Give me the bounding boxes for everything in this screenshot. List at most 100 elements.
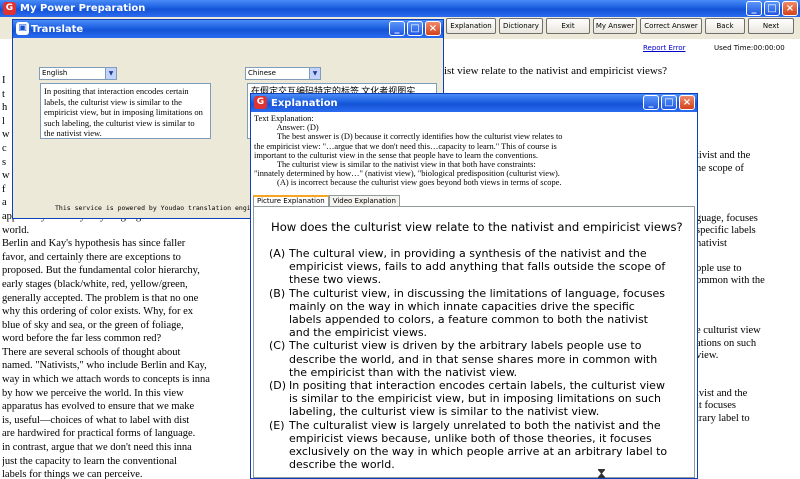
passage-line: labels for things we can perceive. <box>2 469 143 479</box>
dictionary-button[interactable]: Dictionary <box>499 18 543 34</box>
choice-line: The cultural view, in providing a synthe… <box>289 247 647 260</box>
choice-d: (D) In positing that interaction encodes… <box>269 379 679 419</box>
target-language-select[interactable]: Chinese ▼ <box>245 67 321 80</box>
explanation-line: Text Explanation: <box>254 114 314 123</box>
choice-fragment <box>696 188 800 201</box>
chevron-down-icon[interactable]: ▼ <box>309 68 320 79</box>
choice-line: empiricist views because, unlike both of… <box>289 431 652 445</box>
choice-line: labels appended to colors, a feature com… <box>289 313 648 327</box>
hourglass-icon <box>598 469 605 478</box>
passage-line: in contrast, argue that we don't need th… <box>2 442 192 454</box>
close-icon[interactable]: × <box>782 1 798 16</box>
choice-text: The culturist view is driven by the arbi… <box>289 339 679 379</box>
close-icon[interactable]: × <box>679 95 695 110</box>
choice-text: The culturist view, in discussing the li… <box>289 287 679 340</box>
passage-line: way in which we attach words to concepts… <box>2 374 210 386</box>
choice-fragment: e culturist view <box>696 325 761 336</box>
choice-fragment <box>696 250 800 263</box>
choice-letter: (A) <box>269 247 286 260</box>
choice-fragment: he scope of <box>696 162 744 174</box>
explanation-title: Explanation <box>271 97 338 109</box>
explanation-line: important to the culturist view in the s… <box>254 150 538 160</box>
picture-explanation-panel: How does the culturist view relate to th… <box>253 206 695 478</box>
next-button[interactable]: Next <box>748 18 794 34</box>
choice-line: labeling, the culturist view is similar … <box>289 405 600 419</box>
choice-line: The culturalist view is largely unrelate… <box>289 418 661 432</box>
explanation-line: (A) is incorrect because the culturist v… <box>254 178 562 188</box>
translate-titlebar[interactable]: ▣ Translate _ □ × <box>13 20 443 38</box>
choice-fragment <box>696 300 800 313</box>
text-explanation: Text Explanation: Answer: (D) The best a… <box>253 114 695 208</box>
my-answer-button[interactable]: My Answer <box>593 18 637 34</box>
choice-fragment: ople use to <box>696 262 742 274</box>
explanation-line: The best answer is (D) because it correc… <box>254 132 563 142</box>
minimize-icon[interactable]: _ <box>746 1 762 16</box>
choice-a: (A) The cultural view, in providing a sy… <box>269 247 679 287</box>
passage-line: world. <box>2 224 30 236</box>
passage-line: Berlin and Kay's hypothesis has since fa… <box>2 238 186 250</box>
choice-line: and the empiricist views. <box>289 326 428 340</box>
explanation-line: Answer: (D) <box>254 123 319 133</box>
passage-line: are hardwired for practical forms of lan… <box>2 428 196 440</box>
choice-fragment: ommon with the <box>696 275 765 286</box>
answer-choices-background: tivist and the he scope of guage, focuse… <box>696 150 800 425</box>
maximize-icon[interactable]: □ <box>661 95 677 110</box>
translate-app-icon: ▣ <box>16 22 29 35</box>
passage-line: why this ordering of color exists. Why, … <box>2 306 194 318</box>
exit-button[interactable]: Exit <box>546 18 590 34</box>
choice-text: The cultural view, in providing a synthe… <box>289 247 679 287</box>
maximize-icon[interactable]: □ <box>407 21 423 36</box>
choice-b: (B) The culturist view, in discussing th… <box>269 287 679 340</box>
passage-line: proposed. But the fundamental color hier… <box>2 265 200 277</box>
passage-line: apparatus has evolved to ensure that we … <box>2 401 195 413</box>
explanation-titlebar[interactable]: G Explanation _ □ × <box>251 94 697 112</box>
choice-fragment: view. <box>696 350 719 361</box>
choice-fragment <box>696 363 800 376</box>
close-icon[interactable]: × <box>425 21 441 36</box>
explanation-button[interactable]: Explanation <box>446 18 496 34</box>
minimize-icon[interactable]: _ <box>389 21 405 36</box>
passage-line: is, useful—choices of what to label with… <box>2 414 190 426</box>
report-error-link[interactable]: Report Error <box>643 44 686 52</box>
choice-line: these two views. <box>289 273 382 287</box>
back-button[interactable]: Back <box>705 18 745 34</box>
choice-fragment: specific labels <box>696 225 756 236</box>
choice-fragment <box>696 375 800 388</box>
passage-line: There are several schools of thought abo… <box>2 346 181 358</box>
passage-line: early stages (black/white, red, yellow/g… <box>2 278 188 290</box>
choice-fragment <box>696 288 800 301</box>
choice-letter: (E) <box>269 418 285 432</box>
choice-fragment: ations on such <box>696 337 757 349</box>
choice-fragment: tivist and the <box>696 150 751 161</box>
choice-letter: (B) <box>269 286 286 300</box>
choice-line: describe the world. <box>289 458 395 472</box>
explanation-line: The culturist view is similar to the nat… <box>254 160 536 170</box>
app-icon: G <box>3 2 16 15</box>
source-language-select[interactable]: English ▼ <box>39 67 117 80</box>
passage-line: blue of sky and sea, or the green of fol… <box>2 319 184 331</box>
choice-letter: (D) <box>269 379 287 393</box>
choice-letter: (C) <box>269 339 286 353</box>
choice-text: The culturalist view is largely unrelate… <box>289 419 679 472</box>
translate-window-buttons: _ □ × <box>389 21 441 36</box>
choice-text: In positing that interaction encodes cer… <box>289 379 679 419</box>
main-titlebar[interactable]: G My Power Preparation _ □ × <box>0 0 800 17</box>
choice-fragment: ivist and the <box>696 387 748 399</box>
maximize-icon[interactable]: □ <box>764 1 780 16</box>
explanation-question: How does the culturist view relate to th… <box>271 220 683 234</box>
source-text-area[interactable]: In positing that interaction encodes cer… <box>40 83 211 139</box>
chevron-down-icon[interactable]: ▼ <box>105 68 116 79</box>
main-title: My Power Preparation <box>20 3 146 14</box>
choice-line: mainly on the way in which innate capaci… <box>289 299 635 313</box>
minimize-icon[interactable]: _ <box>643 95 659 110</box>
choice-c: (C) The culturist view is driven by the … <box>269 339 679 379</box>
choice-line: exclusively on the way in which people a… <box>289 445 668 459</box>
choice-fragment: it focuses <box>696 400 736 411</box>
target-language-value: Chinese <box>248 69 276 77</box>
correct-answer-button[interactable]: Correct Answer <box>640 18 702 34</box>
choice-fragment <box>696 175 800 188</box>
translate-title: Translate <box>31 23 84 35</box>
passage-line: by how we perceive the world. In this vi… <box>2 387 184 399</box>
choice-line: is similar to the empiricist view, but i… <box>289 392 661 406</box>
choice-fragment: guage, focuses <box>696 212 758 224</box>
